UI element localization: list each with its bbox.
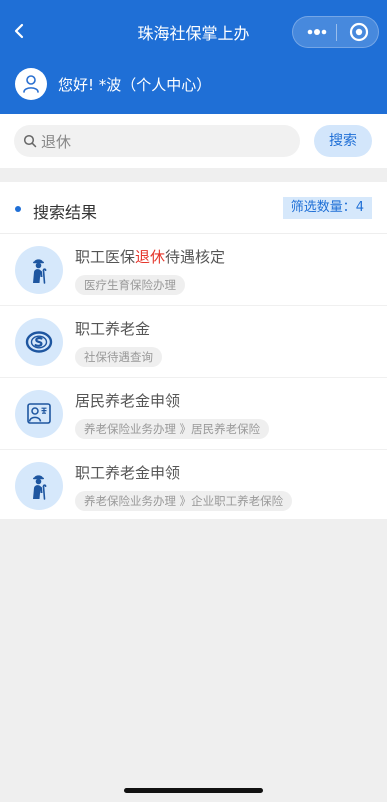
social-security-logo-icon — [25, 331, 53, 353]
user-center-bar[interactable]: 您好! *波（个人中心） — [0, 62, 387, 114]
item-title-text: 职工养老金 — [75, 320, 151, 338]
list-item[interactable]: 居民养老金申领 养老保险业务办理 》居民养老保险 — [0, 378, 387, 450]
home-indicator — [124, 788, 263, 793]
greeting-text: 您好! *波（个人中心） — [58, 76, 212, 94]
list-item[interactable]: 职工养老金 社保待遇查询 — [0, 306, 387, 378]
item-icon-circle — [15, 462, 63, 510]
item-title-text: 职工医保 — [75, 248, 136, 266]
search-area: 搜索 — [0, 114, 387, 168]
item-title-highlight: 退休 — [135, 248, 166, 266]
capsule-divider — [336, 24, 337, 41]
item-title: 职工养老金申领 — [75, 462, 180, 483]
results-header: 搜索结果 筛选数量：4 — [0, 182, 387, 234]
item-icon-circle — [15, 246, 63, 294]
item-title-text: 职工养老金申领 — [75, 464, 181, 482]
more-button[interactable] — [301, 17, 333, 47]
search-icon — [23, 134, 37, 148]
filter-count-badge: 筛选数量：4 — [282, 197, 372, 219]
results-title: 搜索结果 — [33, 203, 98, 222]
item-title: 居民养老金申领 — [75, 390, 180, 411]
user-icon — [23, 75, 39, 93]
search-button[interactable]: 搜索 — [314, 125, 372, 157]
item-icon-circle — [15, 318, 63, 366]
close-button[interactable] — [343, 17, 375, 47]
mini-program-capsule — [292, 16, 379, 48]
bullet-dot — [15, 206, 21, 212]
nav-bar: 珠海社保掌上办 — [0, 0, 387, 62]
retiree-icon — [33, 475, 47, 500]
item-category-tag: 医疗生育保险办理 — [75, 275, 185, 295]
more-dots-icon — [307, 29, 327, 35]
item-title-text-after: 待遇核定 — [165, 248, 226, 266]
insurance-card-icon — [27, 403, 51, 424]
item-icon-circle — [15, 390, 63, 438]
avatar — [15, 68, 47, 100]
search-results: 搜索结果 筛选数量：4 职工医保退休待遇核定 医疗生育保险办理 职工养老金 社保… — [0, 182, 387, 519]
target-close-icon — [349, 22, 369, 42]
search-box[interactable] — [14, 125, 300, 157]
item-title: 职工医保退休待遇核定 — [75, 246, 225, 267]
list-item[interactable]: 职工养老金申领 养老保险业务办理 》企业职工养老保险 — [0, 450, 387, 522]
search-input[interactable] — [41, 125, 291, 157]
item-category-tag: 社保待遇查询 — [75, 347, 162, 367]
item-category-tag: 养老保险业务办理 》企业职工养老保险 — [75, 491, 293, 511]
item-title-text: 居民养老金申领 — [75, 392, 181, 410]
item-title: 职工养老金 — [75, 318, 150, 339]
list-item[interactable]: 职工医保退休待遇核定 医疗生育保险办理 — [0, 234, 387, 306]
item-category-tag: 养老保险业务办理 》居民养老保险 — [75, 419, 270, 439]
retiree-icon — [33, 259, 47, 284]
